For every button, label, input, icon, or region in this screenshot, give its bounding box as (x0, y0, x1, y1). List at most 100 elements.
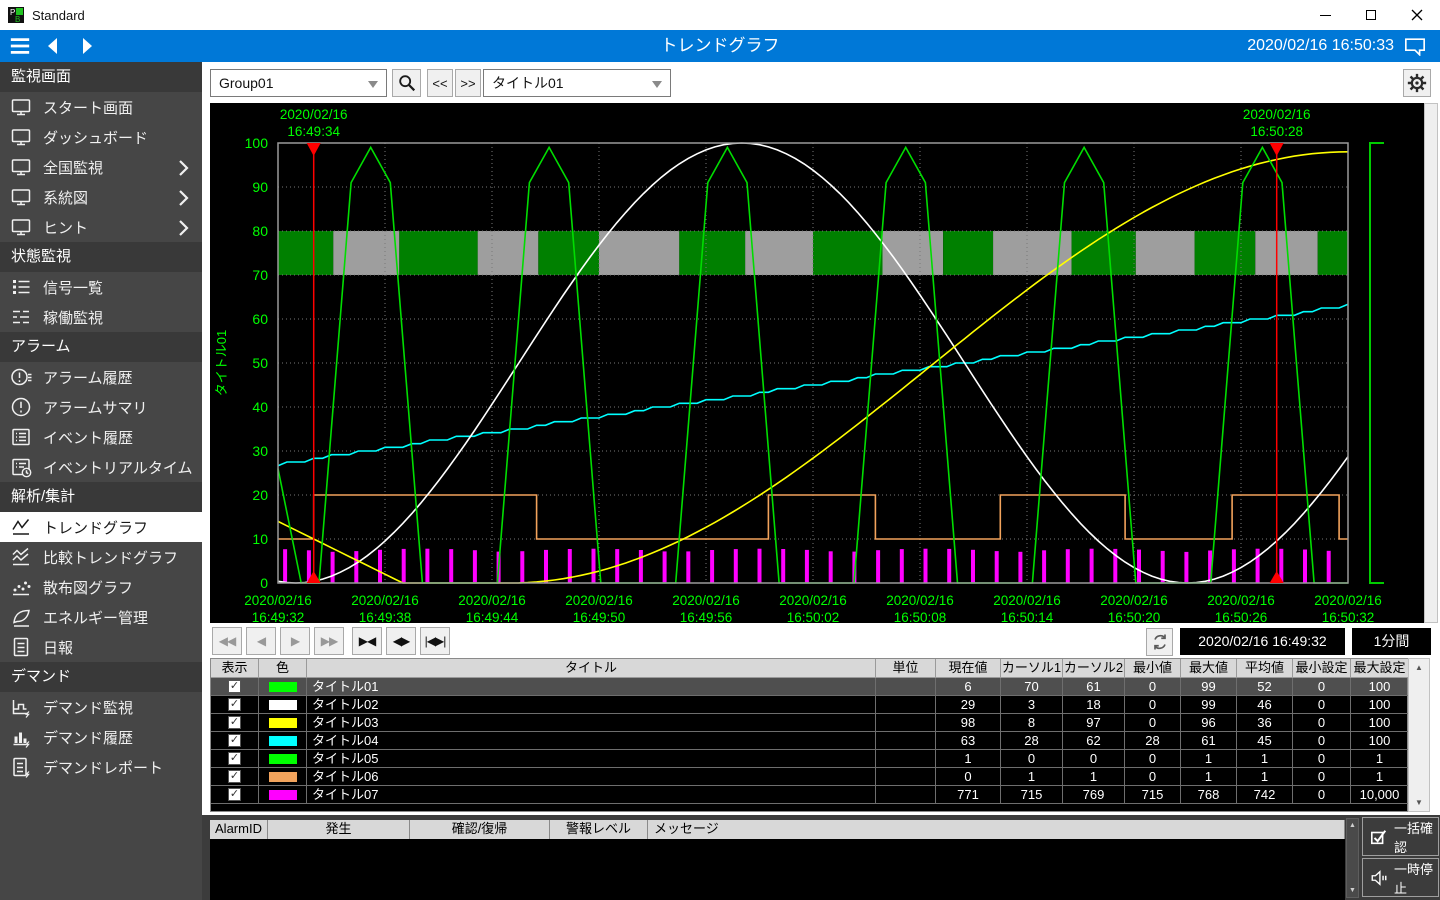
visible-checkbox[interactable]: ✓ (228, 680, 241, 693)
alarm-history-icon (10, 366, 32, 388)
chart-scrollbar[interactable] (1424, 103, 1438, 623)
value-cell: 100 (1351, 714, 1409, 732)
scroll-down-icon[interactable]: ▼ (1347, 887, 1358, 894)
sidebar-item-demand-history[interactable]: デマンド履歴 (0, 722, 202, 752)
column-header: 表示 (211, 659, 259, 678)
visible-checkbox[interactable]: ✓ (228, 752, 241, 765)
visible-checkbox[interactable]: ✓ (228, 788, 241, 801)
sidebar-item-label: デマンド監視 (43, 697, 133, 718)
svg-text:16:49:32: 16:49:32 (252, 610, 305, 623)
table-row[interactable]: ✓タイトル0167061099520100 (211, 678, 1407, 696)
scroll-up-icon[interactable]: ▲ (1409, 663, 1429, 672)
sidebar-item-operation-monitor[interactable]: 稼働監視 (0, 302, 202, 332)
sidebar-item-hint[interactable]: ヒント (0, 212, 202, 242)
table-row[interactable]: ✓タイトル0510001101 (211, 750, 1407, 768)
monitor-icon (10, 156, 32, 178)
nav-cursors-apart-button[interactable]: ◀▶ (386, 627, 416, 655)
table-row[interactable]: ✓タイトル0601101101 (211, 768, 1407, 786)
title-select[interactable]: タイトル01 (483, 69, 671, 97)
sidebar-item-compare-trend-graph[interactable]: 比較トレンドグラフ (0, 542, 202, 572)
value-cell: 0 (1293, 750, 1351, 768)
svg-text:16:50:32: 16:50:32 (1322, 610, 1375, 623)
nav-cursors-together-button[interactable]: ▶◀ (352, 627, 382, 655)
sidebar-item-energy-management[interactable]: エネルギー管理 (0, 602, 202, 632)
sidebar-item-label: デマンド履歴 (43, 727, 133, 748)
sidebar-item-start-screen[interactable]: スタート画面 (0, 92, 202, 122)
table-row[interactable]: ✓タイトル07771715769715768742010,000 (211, 786, 1407, 804)
visible-checkbox[interactable]: ✓ (228, 716, 241, 729)
sidebar-item-demand-report[interactable]: デマンドレポート (0, 752, 202, 782)
close-button[interactable] (1394, 0, 1440, 30)
table-row[interactable]: ✓タイトル0398897096360100 (211, 714, 1407, 732)
visible-checkbox[interactable]: ✓ (228, 698, 241, 711)
svg-text:2020/02/16: 2020/02/16 (244, 593, 312, 608)
nav-step-back-button[interactable]: ◀ (246, 627, 276, 655)
sidebar-item-national-monitor[interactable]: 全国監視 (0, 152, 202, 182)
value-cell: 769 (1063, 786, 1125, 804)
minimize-button[interactable] (1302, 0, 1348, 30)
nav-step-forward-button[interactable]: ▶ (280, 627, 310, 655)
value-cell: 0 (1063, 750, 1125, 768)
chevron-right-icon (178, 158, 190, 178)
svg-text:B: B (15, 15, 20, 23)
sidebar-item-label: 散布図グラフ (43, 577, 133, 598)
next-group-button[interactable]: >> (455, 69, 481, 97)
table-row[interactable]: ✓タイトル046328622861450100 (211, 732, 1407, 750)
monitor-icon (10, 216, 32, 238)
sidebar-item-label: イベントリアルタイム (43, 457, 193, 478)
value-cell: 18 (1063, 696, 1125, 714)
nav-fast-rewind-button[interactable]: ◀◀ (212, 627, 242, 655)
display-start-time[interactable]: 2020/02/16 16:49:32 (1180, 628, 1345, 655)
sidebar-item-alarm-summary[interactable]: アラームサマリ (0, 392, 202, 422)
sidebar-item-system-diagram[interactable]: 系統図 (0, 182, 202, 212)
nav-cursors-range-button[interactable]: |◀▶| (420, 627, 450, 655)
scroll-up-icon[interactable]: ▲ (1347, 822, 1358, 829)
maximize-button[interactable] (1348, 0, 1394, 30)
app-header-bar: トレンドグラフ 2020/02/16 16:50:33 (0, 30, 1440, 62)
sidebar-item-alarm-history[interactable]: アラーム履歴 (0, 362, 202, 392)
table-row[interactable]: ✓タイトル0229318099460100 (211, 696, 1407, 714)
sidebar-item-demand-monitor[interactable]: デマンド監視 (0, 692, 202, 722)
settings-button[interactable] (1403, 69, 1431, 97)
value-cell: 63 (936, 732, 1001, 750)
svg-text:2020/02/16: 2020/02/16 (1314, 593, 1382, 608)
svg-text:2020/02/16: 2020/02/16 (1243, 107, 1311, 122)
page-title: トレンドグラフ (0, 30, 1440, 62)
sidebar-item-dashboard[interactable]: ダッシュボード (0, 122, 202, 152)
sidebar-item-daily-report[interactable]: 日報 (0, 632, 202, 662)
alarm-section: AlarmID発生確認/復帰警報レベルメッセージ ▲ ▼ 一括確認一時停止 (202, 815, 1440, 900)
sidebar-item-signal-list[interactable]: 信号一覧 (0, 272, 202, 302)
trend-chart[interactable]: 01020304050607080901002020/02/1616:49:32… (210, 103, 1424, 623)
value-cell: 1 (1181, 768, 1237, 786)
group-select[interactable]: Group01 (210, 69, 387, 97)
refresh-button[interactable] (1146, 628, 1173, 656)
visible-checkbox[interactable]: ✓ (228, 734, 241, 747)
sidebar-item-event-realtime[interactable]: イベントリアルタイム (0, 452, 202, 482)
message-icon[interactable] (1404, 37, 1426, 56)
visible-cell: ✓ (211, 768, 259, 786)
svg-text:タイトル01: タイトル01 (214, 330, 229, 396)
color-cell (259, 786, 307, 804)
monitor-icon (10, 96, 32, 118)
sidebar-item-scatter-graph[interactable]: 散布図グラフ (0, 572, 202, 602)
visible-checkbox[interactable]: ✓ (228, 770, 241, 783)
svg-text:2020/02/16: 2020/02/16 (280, 107, 348, 122)
sidebar-item-label: アラーム履歴 (43, 367, 133, 388)
color-cell (259, 696, 307, 714)
sidebar-item-event-history[interactable]: イベント履歴 (0, 422, 202, 452)
value-cell: 10,000 (1351, 786, 1409, 804)
value-cell: 45 (1237, 732, 1293, 750)
column-header: 単位 (876, 659, 936, 678)
sidebar-item-trend-graph[interactable]: トレンドグラフ (0, 512, 202, 542)
sidebar-section-header: 解析/集計 (0, 482, 202, 512)
window-title: Standard (32, 8, 85, 23)
search-button[interactable] (392, 69, 421, 97)
table-scrollbar[interactable]: ▲ ▼ (1408, 658, 1430, 812)
pause-sound-button[interactable]: 一時停止 (1362, 858, 1439, 897)
nav-fast-forward-button[interactable]: ▶▶ (314, 627, 344, 655)
prev-group-button[interactable]: << (427, 69, 453, 97)
display-range[interactable]: 1分間 (1352, 628, 1431, 655)
ack-all-button[interactable]: 一括確認 (1362, 817, 1439, 856)
alarm-scrollbar[interactable]: ▲ ▼ (1346, 818, 1359, 898)
scroll-down-icon[interactable]: ▼ (1409, 798, 1429, 807)
